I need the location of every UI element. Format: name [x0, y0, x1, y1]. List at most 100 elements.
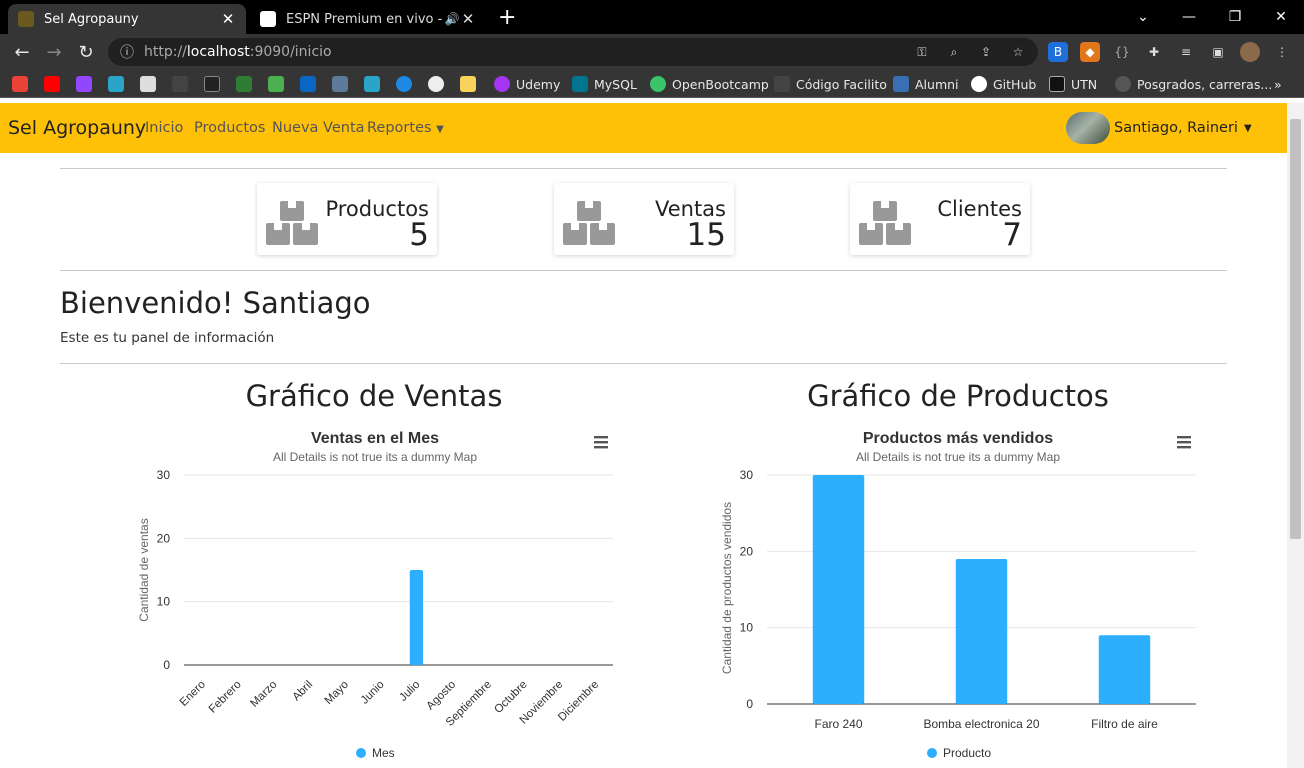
close-tab-icon[interactable]: ✕	[220, 10, 236, 28]
boxes-icon	[563, 201, 615, 245]
nav-link-productos[interactable]: Productos	[194, 120, 265, 136]
boxes-icon	[859, 201, 911, 245]
plot-area: 0 10 20 30 EneroFebrero Marzo Abril Mayo Junio Ju…	[157, 468, 613, 729]
share-icon[interactable]: ⇪	[976, 42, 996, 62]
bar-faro-240	[812, 475, 865, 704]
y-tick-label: 10	[157, 595, 171, 609]
side-panel-icon[interactable]: ▣	[1208, 42, 1228, 62]
info-icon[interactable]: ⓘ	[120, 42, 134, 62]
tab-espn[interactable]: ESPN Premium en vivo - Fútb 🔊 ✕	[250, 4, 486, 34]
back-icon[interactable]: ←	[10, 40, 34, 64]
new-tab-button[interactable]: +	[498, 5, 516, 30]
metamask-icon[interactable]: ◆	[1080, 42, 1100, 62]
restore-icon[interactable]: ❐	[1212, 0, 1258, 34]
section-title-productos: Gráfico de Productos	[807, 379, 1109, 413]
linkedin-icon[interactable]	[300, 74, 322, 94]
stat-card-clientes: Clientes 7	[850, 183, 1030, 255]
legend-label: Mes	[372, 746, 395, 760]
gmail-icon[interactable]	[12, 74, 34, 94]
speaker-icon[interactable]: 🔊	[444, 12, 460, 26]
extension-code-icon[interactable]: {}	[1112, 42, 1132, 62]
media-icon[interactable]: ≡	[1176, 42, 1196, 62]
puzzle-icon[interactable]: ✚	[1144, 42, 1164, 62]
bookmark-mysql[interactable]: MySQL	[572, 74, 637, 94]
site-favicon-icon	[18, 11, 34, 27]
minimize-icon[interactable]: —	[1166, 0, 1212, 34]
chart-title: Productos más vendidos	[863, 430, 1053, 447]
x-tick-label: Mayo	[323, 679, 351, 707]
bookmark-icon[interactable]	[364, 74, 386, 94]
address-input[interactable]: ⓘ http://localhost:9090/inicio	[108, 38, 1038, 66]
close-window-icon[interactable]: ✕	[1258, 0, 1304, 34]
bookmark-github[interactable]: GitHub	[971, 74, 1036, 94]
profile-avatar[interactable]	[1240, 42, 1260, 62]
bookmark-label: UTN	[1071, 76, 1098, 92]
close-tab-icon[interactable]: ✕	[460, 10, 476, 28]
y-tick-label: 30	[740, 468, 754, 482]
chart-menu-icon[interactable]	[594, 436, 608, 449]
bookmark-openbootcamp[interactable]: OpenBootcamp	[650, 74, 769, 94]
bookmark-icon[interactable]	[236, 74, 258, 94]
bookmark-icon[interactable]	[204, 74, 226, 94]
twitch-icon[interactable]	[76, 74, 98, 94]
forward-icon[interactable]: →	[42, 40, 66, 64]
zoom-icon[interactable]: ⌕	[944, 42, 964, 62]
y-tick-label: 0	[746, 697, 753, 711]
ventas-chart: Ventas en el Mes All Details is not true…	[137, 430, 613, 760]
tab-sel-agropauny[interactable]: Sel Agropauny ✕	[8, 4, 246, 34]
bookmark-icon[interactable]	[332, 74, 354, 94]
x-tick-label: Filtro de aire	[1091, 717, 1158, 731]
bookmarks-bar: Udemy MySQL OpenBootcamp Código Facilito…	[0, 70, 1304, 98]
brand-logo-text[interactable]: Sel Agropauny	[8, 117, 146, 139]
reload-icon[interactable]: ↻	[74, 40, 98, 64]
cloud-icon[interactable]	[396, 74, 418, 94]
y-axis-label: Cantidad de ventas	[137, 518, 151, 621]
stat-card-ventas: Ventas 15	[554, 183, 734, 255]
youtube-icon[interactable]	[44, 74, 66, 94]
bookmark-icon[interactable]	[108, 74, 130, 94]
url-scheme: http://	[144, 44, 187, 60]
bookmark-alumni[interactable]: Alumni	[893, 74, 959, 94]
more-bookmarks-icon[interactable]: »	[1274, 74, 1282, 94]
nav-dropdown-label: Reportes	[367, 120, 432, 136]
bar-julio	[409, 570, 423, 665]
bookmark-udemy[interactable]: Udemy	[494, 74, 560, 94]
divider	[60, 270, 1227, 271]
nav-dropdown-reportes[interactable]: Reportes ▼	[367, 120, 444, 136]
menu-kebab-icon[interactable]: ⋮	[1272, 42, 1292, 62]
y-tick-label: 10	[740, 621, 754, 635]
scrollbar-thumb[interactable]	[1290, 119, 1301, 539]
legend[interactable]: Mes	[356, 746, 395, 760]
divider	[60, 168, 1227, 169]
posgrados-icon	[1115, 76, 1131, 92]
legend-label: Producto	[943, 746, 991, 760]
url-host: localhost	[186, 44, 250, 60]
user-name: Santiago, Raineri	[1114, 120, 1238, 136]
nav-link-inicio[interactable]: Inicio	[145, 120, 183, 136]
globe-icon[interactable]	[428, 74, 450, 94]
notes-icon[interactable]	[460, 74, 482, 94]
openbootcamp-icon	[650, 76, 666, 92]
page-scrollbar[interactable]	[1287, 103, 1304, 768]
productos-chart: Productos más vendidos All Details is no…	[720, 430, 1196, 760]
chart-menu-icon[interactable]	[1177, 436, 1191, 449]
app-navbar: Sel Agropauny Inicio Productos Nueva Ven…	[0, 103, 1287, 153]
legend[interactable]: Producto	[927, 746, 991, 760]
legend-marker	[356, 748, 366, 758]
bookmark-posgrados[interactable]: Posgrados, carreras...	[1115, 74, 1272, 94]
key-icon[interactable]: ⚿	[912, 42, 932, 62]
tab-title: Sel Agropauny	[44, 11, 139, 27]
x-tick-label: Febrero	[207, 679, 244, 716]
caret-down-icon: ▼	[1243, 122, 1252, 134]
bookmark-label: MySQL	[594, 76, 637, 92]
user-menu[interactable]: Santiago, Raineri ▼	[1066, 112, 1252, 144]
nav-link-nueva-venta[interactable]: Nueva Venta	[272, 120, 365, 136]
bookmark-icon[interactable]	[268, 74, 290, 94]
bookmark-star-icon[interactable]: ☆	[1008, 42, 1028, 62]
extension-blue-icon[interactable]: B	[1048, 42, 1068, 62]
tab-search-icon[interactable]: ⌄	[1120, 0, 1166, 34]
bookmark-icon[interactable]	[172, 74, 194, 94]
bookmark-utn[interactable]: UTN	[1049, 74, 1097, 94]
bookmark-codigo-facilito[interactable]: Código Facilito	[774, 74, 887, 94]
bookmark-icon[interactable]	[140, 74, 162, 94]
